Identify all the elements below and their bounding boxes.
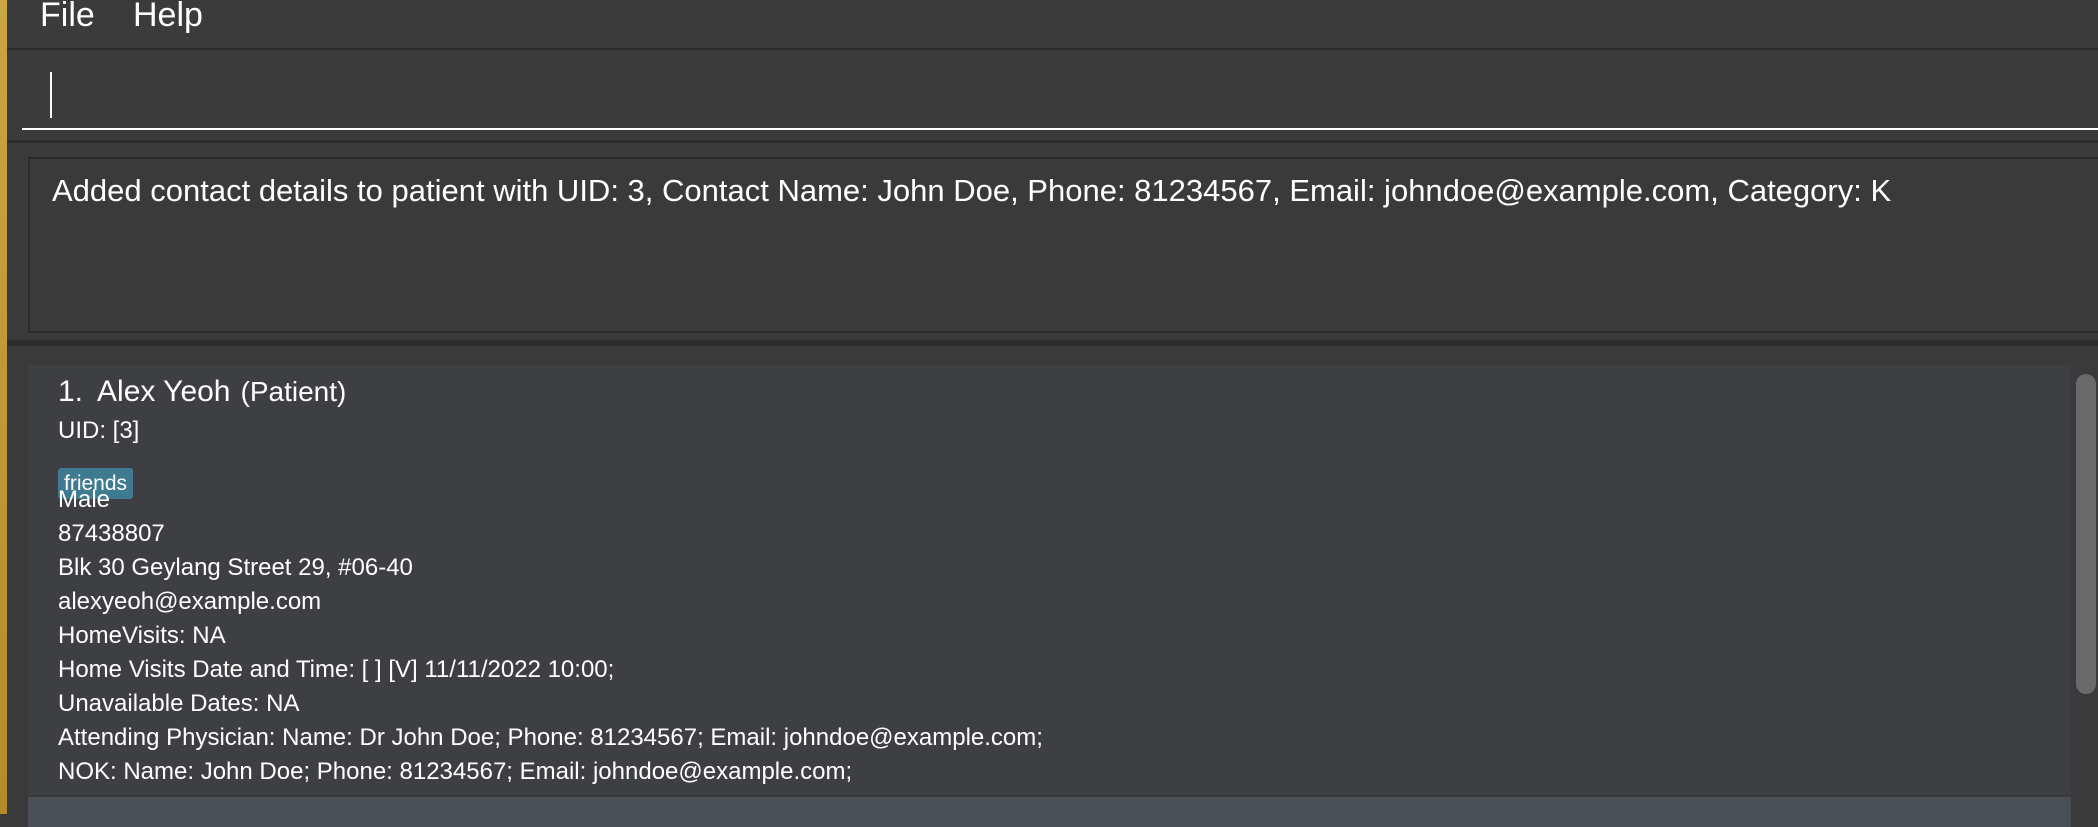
person-home-visits-datetime: Home Visits Date and Time: [ ] [V] 11/11… <box>58 656 615 683</box>
list-scrollbar-thumb[interactable] <box>2076 374 2096 694</box>
person-email: alexyeoh@example.com <box>58 588 322 615</box>
result-display: Added contact details to patient with UI… <box>28 157 2098 333</box>
person-home-visits: HomeVisits: NA <box>58 622 226 649</box>
person-unavailable-dates: Unavailable Dates: NA <box>58 690 300 717</box>
person-phone: 87438807 <box>58 520 165 547</box>
person-name: Alex Yeoh <box>97 375 231 408</box>
person-list-panel: 1. Alex Yeoh (Patient) UID: [3] friends Ma… <box>7 346 2098 827</box>
person-index: 1. <box>58 375 84 408</box>
person-attending-physician: Attending Physician: Name: Dr John Doe; … <box>58 724 1043 751</box>
person-card[interactable]: 1. Alex Yeoh (Patient) UID: [3] friends Ma… <box>28 365 2071 795</box>
person-gender: Male <box>58 486 111 513</box>
result-message: Added contact details to patient with UI… <box>52 173 1892 208</box>
person-card-next[interactable] <box>28 797 2071 827</box>
person-nok: NOK: Name: John Doe; Phone: 81234567; Em… <box>58 758 853 785</box>
window-edge <box>0 0 7 814</box>
person-uid: UID: [3] <box>58 417 140 444</box>
person-card-header: 1. Alex Yeoh (Patient) <box>58 375 346 409</box>
person-address: Blk 30 Geylang Street 29, #06-40 <box>58 554 413 581</box>
person-role: (Patient) <box>240 376 347 407</box>
text-caret <box>50 72 52 118</box>
command-input[interactable] <box>22 18 2098 130</box>
